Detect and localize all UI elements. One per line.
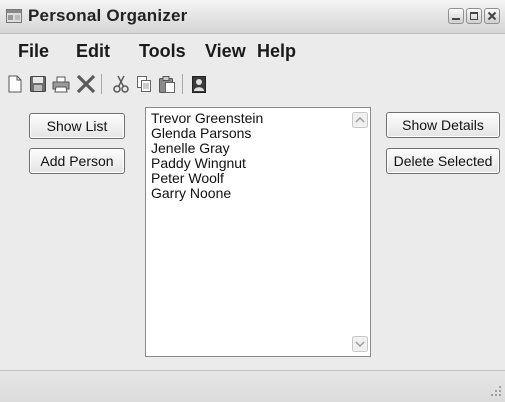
menu-view[interactable]: View xyxy=(205,41,246,62)
show-details-button[interactable]: Show Details xyxy=(386,112,500,138)
toolbar-separator xyxy=(182,74,183,94)
delete-icon[interactable] xyxy=(75,73,97,95)
show-list-button[interactable]: Show List xyxy=(29,113,125,139)
window-title: Personal Organizer xyxy=(28,6,188,25)
status-bar xyxy=(0,370,505,402)
contacts-icon[interactable] xyxy=(188,73,210,95)
toolbar xyxy=(0,70,505,100)
app-icon xyxy=(6,9,22,23)
menu-help[interactable]: Help xyxy=(257,41,296,62)
maximize-button[interactable] xyxy=(466,8,482,24)
print-icon[interactable] xyxy=(50,73,72,95)
minimize-button[interactable] xyxy=(448,8,464,24)
title-bar[interactable]: Personal Organizer xyxy=(0,0,505,34)
resize-grip-icon[interactable] xyxy=(488,383,502,397)
menu-edit[interactable]: Edit xyxy=(76,41,110,62)
maximize-icon xyxy=(470,12,478,20)
people-list: Trevor Greenstein Glenda Parsons Jenelle… xyxy=(151,111,263,201)
new-document-icon[interactable] xyxy=(4,73,26,95)
list-item[interactable]: Jenelle Gray xyxy=(151,141,263,156)
people-listbox[interactable]: Trevor Greenstein Glenda Parsons Jenelle… xyxy=(145,107,371,357)
menu-bar: File Edit Tools View Help xyxy=(0,34,505,68)
list-item[interactable]: Trevor Greenstein xyxy=(151,111,263,126)
save-icon[interactable] xyxy=(27,73,49,95)
list-item[interactable]: Garry Noone xyxy=(151,186,263,201)
toolbar-separator xyxy=(101,74,102,94)
list-item[interactable]: Peter Woolf xyxy=(151,171,263,186)
add-person-button[interactable]: Add Person xyxy=(29,148,125,174)
delete-selected-button[interactable]: Delete Selected xyxy=(386,148,500,174)
cut-icon[interactable] xyxy=(110,73,132,95)
scroll-up-icon[interactable] xyxy=(352,112,368,128)
close-button[interactable] xyxy=(484,8,500,24)
list-item[interactable]: Glenda Parsons xyxy=(151,126,263,141)
menu-tools[interactable]: Tools xyxy=(139,41,186,62)
main-window: Personal Organizer File Edit Tools View … xyxy=(0,0,505,402)
copy-icon[interactable] xyxy=(133,73,155,95)
scroll-down-icon[interactable] xyxy=(352,336,368,352)
menu-file[interactable]: File xyxy=(18,41,49,62)
minimize-icon xyxy=(452,18,460,20)
close-icon xyxy=(487,11,497,21)
paste-icon[interactable] xyxy=(156,73,178,95)
list-item[interactable]: Paddy Wingnut xyxy=(151,156,263,171)
